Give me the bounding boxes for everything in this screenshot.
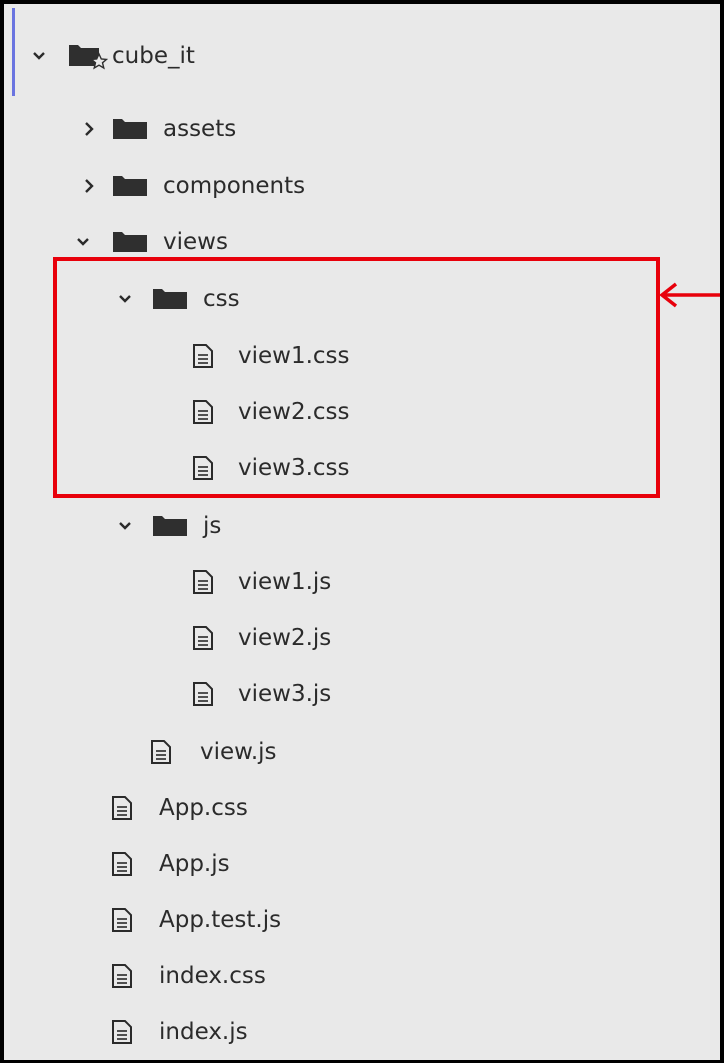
file-icon bbox=[111, 907, 133, 933]
tree-item-js[interactable]: js bbox=[116, 504, 221, 548]
tree-item-label: App.test.js bbox=[159, 907, 282, 933]
tree-item-label: view1.js bbox=[238, 569, 332, 595]
tree-item-label: view3.js bbox=[238, 681, 332, 707]
tree-item-label: views bbox=[163, 229, 228, 255]
tree-item-view3-js[interactable]: view3.js bbox=[192, 672, 331, 716]
project-folder-icon bbox=[68, 42, 108, 70]
left-arrow-icon bbox=[656, 280, 720, 310]
file-icon bbox=[150, 739, 172, 765]
folder-icon bbox=[112, 231, 148, 253]
tree-item-label: assets bbox=[163, 116, 237, 142]
file-icon bbox=[111, 795, 133, 821]
file-icon bbox=[111, 1019, 133, 1045]
chevron-down-icon[interactable] bbox=[74, 233, 92, 251]
tree-item-label: components bbox=[163, 173, 306, 199]
tree-item-view1-js[interactable]: view1.js bbox=[192, 560, 331, 604]
tree-item-app-test-js[interactable]: App.test.js bbox=[111, 898, 281, 942]
tree-item-components[interactable]: components bbox=[80, 164, 305, 208]
tree-root-label: cube_it bbox=[112, 43, 195, 69]
tree-item-label: App.css bbox=[159, 795, 248, 821]
tree-item-label: index.css bbox=[159, 963, 266, 989]
file-explorer-panel: cube_it assets components views css view… bbox=[0, 0, 724, 1063]
file-icon bbox=[111, 851, 133, 877]
tree-item-label: view.js bbox=[200, 739, 277, 765]
tree-item-app-css[interactable]: App.css bbox=[111, 786, 248, 830]
chevron-down-icon[interactable] bbox=[116, 517, 134, 535]
file-icon bbox=[192, 681, 214, 707]
chevron-right-icon[interactable] bbox=[80, 177, 98, 195]
file-icon bbox=[111, 963, 133, 989]
chevron-down-icon[interactable] bbox=[30, 47, 48, 65]
highlight-box bbox=[53, 257, 660, 498]
tree-item-label: view2.js bbox=[238, 625, 332, 651]
tree-item-index-js[interactable]: index.js bbox=[111, 1010, 248, 1054]
tree-item-label: App.js bbox=[159, 851, 230, 877]
tree-root-cube-it[interactable]: cube_it bbox=[30, 34, 195, 78]
tree-item-label: js bbox=[203, 513, 222, 539]
file-icon bbox=[192, 569, 214, 595]
tree-item-label: index.js bbox=[159, 1019, 248, 1045]
tree-item-assets[interactable]: assets bbox=[80, 107, 236, 151]
chevron-right-icon[interactable] bbox=[80, 120, 98, 138]
file-icon bbox=[192, 625, 214, 651]
folder-icon bbox=[112, 175, 148, 197]
tree-item-app-js[interactable]: App.js bbox=[111, 842, 230, 886]
tree-item-index-css[interactable]: index.css bbox=[111, 954, 266, 998]
folder-icon bbox=[152, 515, 188, 537]
tree-item-view-js[interactable]: view.js bbox=[150, 730, 277, 774]
folder-icon bbox=[112, 118, 148, 140]
active-indicator-bar bbox=[12, 8, 15, 96]
tree-item-view2-js[interactable]: view2.js bbox=[192, 616, 331, 660]
